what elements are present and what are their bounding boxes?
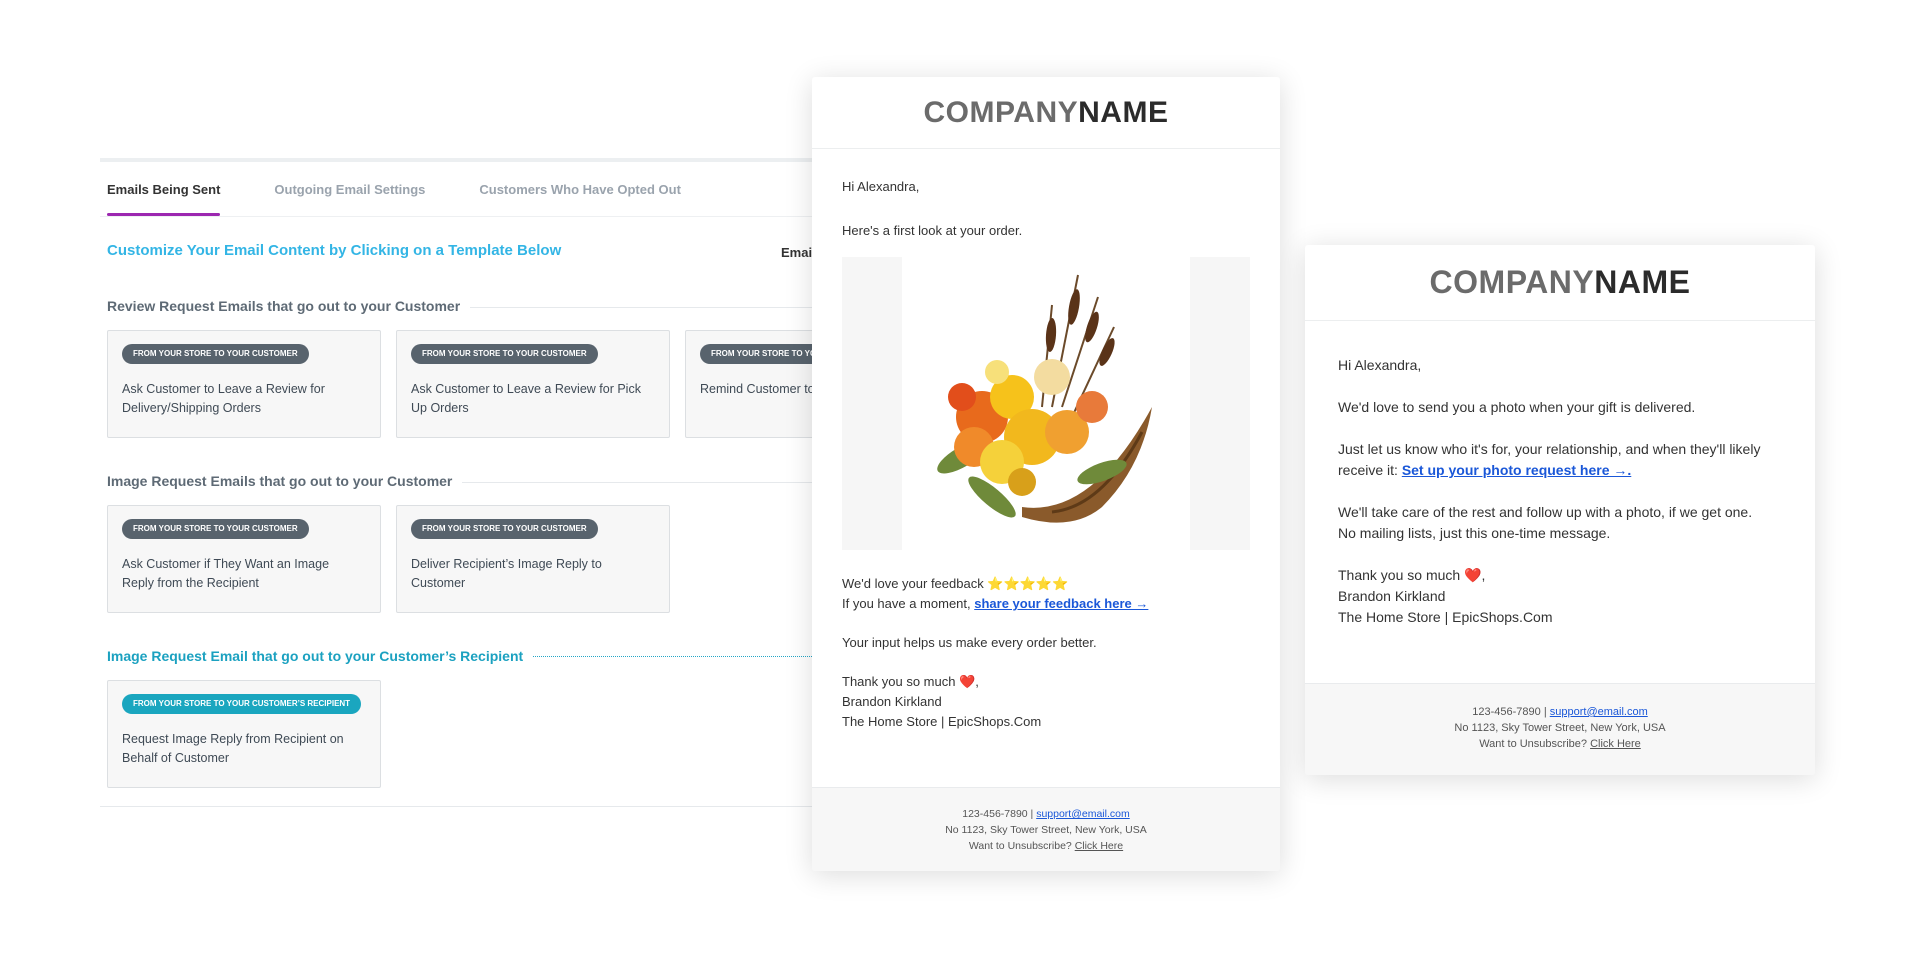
support-email-link[interactable]: support@email.com xyxy=(1036,808,1130,820)
sender-store: The Home Store | EpicShops.Com xyxy=(842,714,1042,729)
email-footer: 123-456-7890 | support@email.com No 1123… xyxy=(1305,683,1815,775)
tab-customers-opted-out[interactable]: Customers Who Have Opted Out xyxy=(479,172,681,216)
panel-top-border xyxy=(100,158,860,162)
tab-outgoing-email-settings[interactable]: Outgoing Email Settings xyxy=(274,172,425,216)
sender-store: The Home Store | EpicShops.Com xyxy=(1338,609,1553,625)
company-logo: COMPANY NAME xyxy=(812,77,1280,149)
audience-badge: FROM YOUR STORE TO YOUR CUSTOMER xyxy=(411,519,598,539)
section-title-image-request-recipient: Image Request Email that go out to your … xyxy=(107,648,534,664)
email-column-label: Email xyxy=(781,245,816,260)
email-preview-photo-request: COMPANY NAME Hi Alexandra, We'd love to s… xyxy=(1305,245,1815,775)
template-title: Ask Customer to Leave a Review for Deliv… xyxy=(122,382,325,415)
photo-request-link[interactable]: Set up your photo request here →. xyxy=(1402,462,1631,478)
template-card-review-delivery[interactable]: FROM YOUR STORE TO YOUR CUSTOMER Ask Cus… xyxy=(107,330,381,438)
sender-name: Brandon Kirkland xyxy=(842,694,942,709)
footer-address: No 1123, Sky Tower Street, New York, USA xyxy=(945,824,1147,836)
template-title: Deliver Recipient’s Image Reply to Custo… xyxy=(411,557,602,590)
template-title: Ask Customer to Leave a Review for Pick … xyxy=(411,382,641,415)
flower-arrangement-image xyxy=(937,274,1152,523)
page-heading: Customize Your Email Content by Clicking… xyxy=(107,242,562,259)
unsubscribe-link[interactable]: Click Here xyxy=(1590,738,1641,750)
instruction-line: Just let us know who it's for, your rela… xyxy=(1338,441,1761,457)
instruction-line-cont: receive it: Set up your photo request he… xyxy=(1338,462,1632,478)
email-preview-review-request: COMPANY NAME Hi Alexandra, Here's a first… xyxy=(812,77,1280,871)
template-card-deliver-image-reply[interactable]: FROM YOUR STORE TO YOUR CUSTOMER Deliver… xyxy=(396,505,670,613)
company-logo: COMPANY NAME xyxy=(1305,245,1815,321)
template-card-review-pickup[interactable]: FROM YOUR STORE TO YOUR CUSTOMER Ask Cus… xyxy=(396,330,670,438)
unsubscribe-text: Want to Unsubscribe? xyxy=(1479,738,1591,750)
section-title-image-requests-customer: Image Request Emails that go out to your… xyxy=(107,473,463,489)
footer-phone: 123-456-7890 | xyxy=(1472,706,1550,718)
template-card-request-recipient-image[interactable]: FROM YOUR STORE TO YOUR CUSTOMER’S RECIP… xyxy=(107,680,381,788)
intro-line: Here's a first look at your order. xyxy=(842,223,1023,238)
followup-line: We'll take care of the rest and follow u… xyxy=(1338,504,1753,520)
support-email-link[interactable]: support@email.com xyxy=(1550,706,1648,718)
unsubscribe-text: Want to Unsubscribe? xyxy=(968,840,1075,852)
email-footer: 123-456-7890 | support@email.com No 1123… xyxy=(812,787,1280,871)
audience-badge: FROM YOUR STORE TO YOUR CUSTOMER xyxy=(411,344,598,364)
share-feedback-link[interactable]: share your feedback here → xyxy=(974,596,1148,611)
tab-emails-being-sent[interactable]: Emails Being Sent xyxy=(107,172,221,216)
input-line: Your input helps us make every order bet… xyxy=(842,635,1097,650)
audience-badge: FROM YOUR STORE TO YOUR CUSTOMER’S RECIP… xyxy=(122,694,362,714)
intro-line: We'd love to send you a photo when your … xyxy=(1338,399,1696,415)
feedback-line: We'd love your feedback ⭐⭐⭐⭐⭐ xyxy=(842,576,1069,591)
footer-phone: 123-456-7890 | xyxy=(962,808,1037,820)
email-body: Hi Alexandra, We'd love to send you a ph… xyxy=(1338,355,1795,628)
moment-line: If you have a moment, share your feedbac… xyxy=(842,596,1149,611)
email-body: Hi Alexandra, Here's a first look at you… xyxy=(842,177,1250,732)
tabs-divider xyxy=(100,216,860,217)
email-admin-panel: Emails Being Sent Outgoing Email Setting… xyxy=(100,158,959,808)
sender-name: Brandon Kirkland xyxy=(1338,588,1446,604)
followup-line-cont: No mailing lists, just this one-time mes… xyxy=(1338,525,1611,541)
stage: Emails Being Sent Outgoing Email Setting… xyxy=(0,0,1920,953)
section-title-review-requests: Review Request Emails that go out to you… xyxy=(107,298,471,314)
audience-badge: FROM YOUR STORE TO YOUR CUSTOMER xyxy=(122,344,309,364)
template-card-ask-image-reply[interactable]: FROM YOUR STORE TO YOUR CUSTOMER Ask Cus… xyxy=(107,505,381,613)
tab-bar: Emails Being Sent Outgoing Email Setting… xyxy=(107,172,681,216)
unsubscribe-link[interactable]: Click Here xyxy=(1075,840,1123,852)
signoff-line: Thank you so much ❤️, xyxy=(842,674,979,689)
template-title: Ask Customer if They Want an Image Reply… xyxy=(122,557,330,590)
template-title: Request Image Reply from Recipient on Be… xyxy=(122,732,344,765)
footer-address: No 1123, Sky Tower Street, New York, USA xyxy=(1454,722,1666,734)
panel-bottom-divider xyxy=(100,806,860,807)
signoff-line: Thank you so much ❤️, xyxy=(1338,567,1486,583)
order-photo xyxy=(842,257,1250,550)
greeting: Hi Alexandra, xyxy=(1338,357,1422,373)
greeting: Hi Alexandra, xyxy=(842,179,920,194)
audience-badge: FROM YOUR STORE TO YOUR CUSTOMER xyxy=(122,519,309,539)
